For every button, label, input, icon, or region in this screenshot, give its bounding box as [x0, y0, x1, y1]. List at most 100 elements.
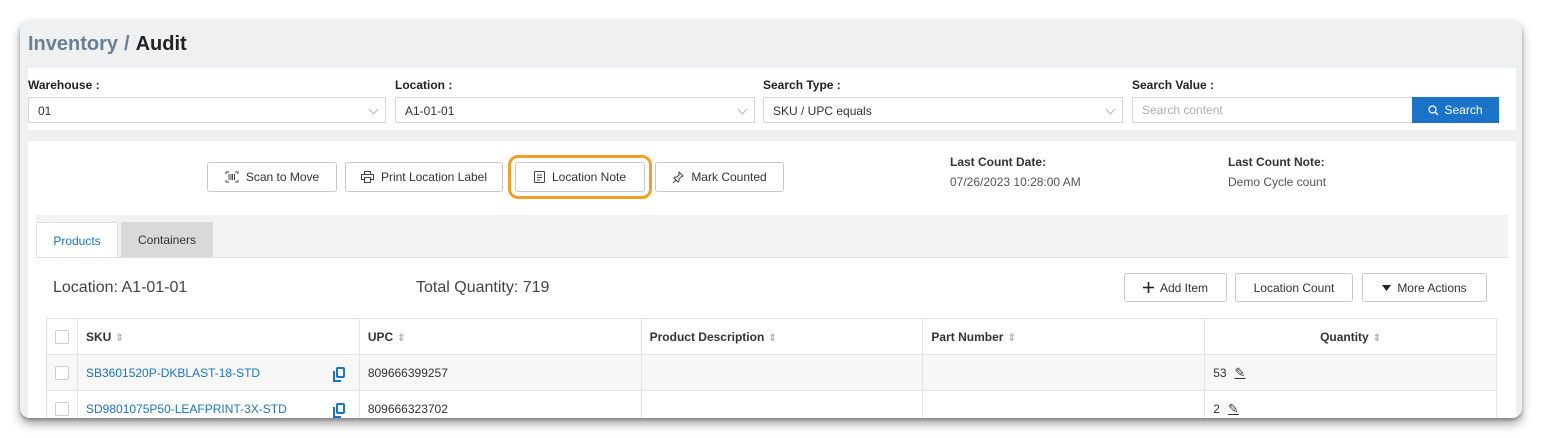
breadcrumb: Inventory / Audit — [28, 33, 187, 56]
search-type-filter: Search Type : SKU / UPC equals — [763, 78, 1123, 123]
chevron-down-icon — [368, 104, 379, 115]
column-header-sku-label: SKU — [86, 329, 112, 344]
pencil-icon[interactable]: ✎ — [1228, 401, 1239, 417]
location-title: Location: A1-01-01 — [53, 279, 188, 296]
search-value-filter: Search Value : Search — [1132, 78, 1499, 123]
row-select-cell — [46, 354, 78, 391]
location-label: Location : — [395, 78, 453, 92]
breadcrumb-separator: / — [124, 33, 130, 55]
total-quantity: Total Quantity: 719 — [416, 279, 550, 296]
sort-icon[interactable]: ⇕ — [397, 333, 405, 344]
location-count-button[interactable]: Location Count — [1235, 273, 1353, 302]
copy-icon[interactable] — [332, 403, 345, 418]
pin-icon — [672, 171, 685, 183]
search-type-value: SKU / UPC equals — [773, 104, 872, 118]
sort-icon[interactable]: ⇕ — [115, 333, 123, 344]
location-note-label: Location Note — [551, 170, 627, 184]
printer-icon — [360, 171, 374, 183]
copy-icon[interactable] — [332, 367, 345, 382]
sku-link[interactable]: SB3601520P-DKBLAST-18-STD — [86, 366, 260, 380]
more-actions-label: More Actions — [1397, 280, 1467, 295]
warehouse-select[interactable]: 01 — [28, 97, 386, 123]
warehouse-label: Warehouse : — [28, 78, 100, 92]
scan-to-move-label: Scan to Move — [245, 170, 320, 184]
quantity-value: 53 — [1213, 365, 1227, 380]
row-checkbox[interactable] — [55, 365, 69, 380]
breadcrumb-parent[interactable]: Inventory — [28, 33, 118, 55]
quantity-value: 2 — [1213, 401, 1220, 416]
location-select[interactable]: A1-01-01 — [395, 97, 755, 123]
products-table: SKU ⇕ UPC ⇕ Product Description ⇕ Part Numb… — [46, 318, 1497, 418]
last-count-note: Last Count Note: Demo Cycle count — [1228, 155, 1326, 189]
last-count-date: Last Count Date: 07/26/2023 10:28:00 AM — [950, 155, 1081, 189]
sort-icon[interactable]: ⇕ — [1007, 333, 1015, 344]
column-header-part-number-label: Part Number — [931, 329, 1004, 344]
audit-panel: Scan to Move Print Location Label Locati… — [28, 141, 1516, 418]
table-row: SD9801075P50-LEAFPRINT-3X-STD 8096663237… — [46, 390, 1497, 418]
page-title: Audit — [135, 33, 187, 55]
part-number-cell — [922, 390, 1206, 418]
upc-cell: 809666323702 — [358, 390, 642, 418]
part-number-cell — [922, 354, 1206, 391]
add-item-label: Add Item — [1159, 280, 1209, 295]
filter-bar: Warehouse : 01 Location : A1-01-01 Searc… — [28, 68, 1516, 130]
sort-icon[interactable]: ⇕ — [1373, 333, 1381, 344]
last-count-date-label: Last Count Date: — [950, 155, 1046, 169]
mark-counted-button[interactable]: Mark Counted — [655, 162, 784, 192]
select-all-checkbox[interactable] — [55, 329, 69, 344]
search-value-label: Search Value : — [1132, 78, 1215, 92]
quantity-cell: 2 ✎ — [1204, 390, 1497, 418]
app-window: Inventory / Audit Warehouse : 01 Location … — [20, 20, 1522, 418]
column-header-upc[interactable]: UPC ⇕ — [358, 318, 642, 355]
column-header-description[interactable]: Product Description ⇕ — [640, 318, 924, 355]
location-value: A1-01-01 — [405, 104, 455, 118]
warehouse-filter: Warehouse : 01 — [28, 78, 386, 123]
sort-icon[interactable]: ⇕ — [768, 333, 776, 344]
row-checkbox[interactable] — [55, 401, 69, 416]
location-count-label: Location Count — [1253, 280, 1335, 295]
search-type-select[interactable]: SKU / UPC equals — [763, 97, 1123, 123]
last-count-note-label: Last Count Note: — [1228, 155, 1325, 169]
row-select-cell — [46, 390, 78, 418]
last-count-date-value: 07/26/2023 10:28:00 AM — [950, 175, 1081, 189]
more-actions-button[interactable]: More Actions — [1362, 273, 1487, 302]
pencil-icon[interactable]: ✎ — [1235, 365, 1246, 381]
chevron-down-icon — [1105, 104, 1116, 115]
search-button[interactable]: Search — [1412, 97, 1499, 123]
column-header-sku[interactable]: SKU ⇕ — [77, 318, 360, 355]
print-location-label-button[interactable]: Print Location Label — [345, 162, 503, 192]
tab-products[interactable]: Products — [36, 222, 118, 258]
table-header-row: SKU ⇕ UPC ⇕ Product Description ⇕ Part Numb… — [46, 318, 1497, 355]
description-cell — [640, 390, 924, 418]
mark-counted-label: Mark Counted — [691, 170, 767, 184]
add-item-button[interactable]: Add Item — [1124, 273, 1227, 302]
search-input[interactable] — [1132, 97, 1412, 123]
column-header-quantity-label: Quantity — [1320, 329, 1369, 344]
location-note-button[interactable]: Location Note — [508, 155, 652, 199]
note-icon — [533, 171, 545, 183]
sku-cell: SB3601520P-DKBLAST-18-STD — [77, 354, 360, 391]
select-all-cell — [46, 318, 78, 355]
scan-to-move-button[interactable]: Scan to Move — [207, 162, 337, 192]
plus-icon — [1142, 282, 1154, 293]
products-tab-content: Location: A1-01-01 Total Quantity: 719 A… — [36, 257, 1508, 418]
location-filter: Location : A1-01-01 — [395, 78, 755, 123]
tab-containers[interactable]: Containers — [121, 222, 213, 257]
sku-cell: SD9801075P50-LEAFPRINT-3X-STD — [77, 390, 360, 418]
quantity-cell: 53 ✎ — [1204, 354, 1497, 391]
search-icon — [1428, 104, 1439, 115]
last-count-note-value: Demo Cycle count — [1228, 175, 1327, 189]
description-cell — [640, 354, 924, 391]
tabs-container: Products Containers Location: A1-01-01 T… — [36, 215, 1508, 418]
search-type-label: Search Type : — [763, 78, 841, 92]
upc-cell: 809666399257 — [358, 354, 642, 391]
print-location-label-text: Print Location Label — [380, 170, 488, 184]
column-header-quantity[interactable]: Quantity ⇕ — [1204, 318, 1497, 355]
column-header-part-number[interactable]: Part Number ⇕ — [922, 318, 1206, 355]
column-header-description-label: Product Description — [649, 329, 765, 344]
warehouse-value: 01 — [38, 104, 52, 118]
barcode-scan-icon — [225, 171, 239, 183]
sku-link[interactable]: SD9801075P50-LEAFPRINT-3X-STD — [86, 402, 287, 416]
search-button-label: Search — [1444, 103, 1483, 117]
column-header-upc-label: UPC — [367, 329, 394, 344]
